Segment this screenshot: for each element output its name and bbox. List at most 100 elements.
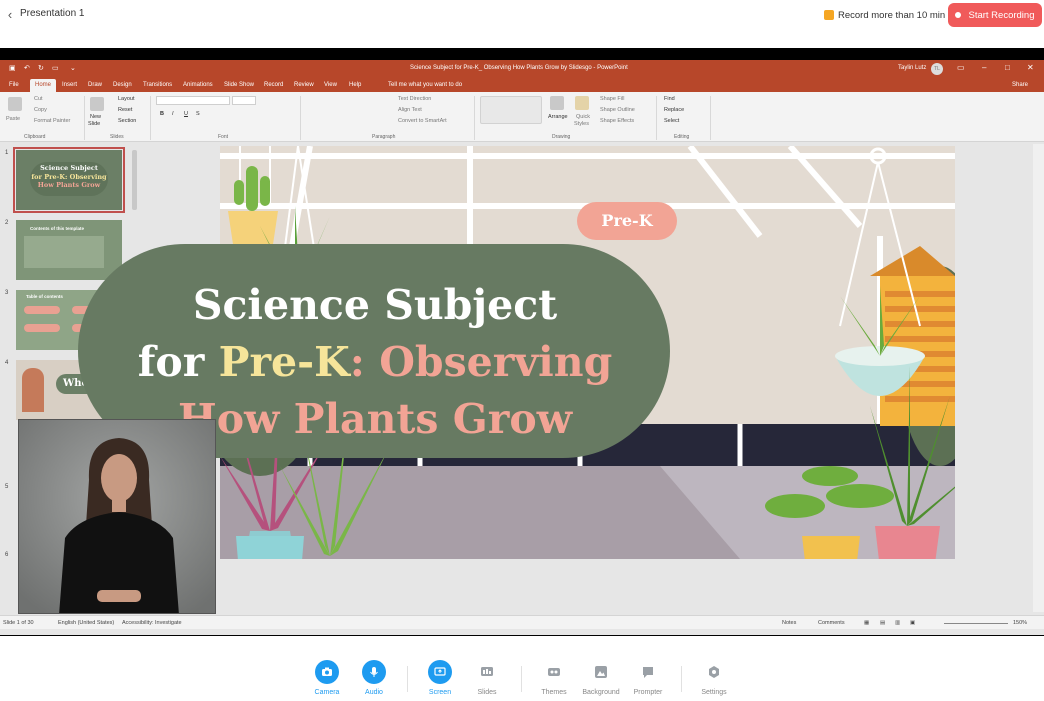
group-clipboard-label: Clipboard bbox=[24, 134, 46, 140]
quick-styles-icon[interactable] bbox=[575, 96, 589, 110]
prompter-button[interactable]: Prompter bbox=[620, 660, 676, 700]
new-slide-icon[interactable] bbox=[90, 97, 104, 111]
quick-styles-button-line2[interactable]: Styles bbox=[574, 121, 589, 127]
minimize-icon[interactable]: – bbox=[982, 63, 986, 72]
group-paragraph-label: Paragraph bbox=[372, 134, 396, 140]
convert-to-smartart-button[interactable]: Convert to SmartArt bbox=[398, 118, 447, 124]
normal-view-icon[interactable]: ▦ bbox=[864, 620, 869, 626]
accessibility-indicator[interactable]: Accessibility: Investigate bbox=[122, 620, 182, 626]
audio-button[interactable]: Audio bbox=[346, 660, 402, 700]
find-button[interactable]: Find bbox=[664, 96, 675, 102]
tab-transitions[interactable]: Transitions bbox=[143, 82, 172, 88]
shape-effects-button[interactable]: Shape Effects bbox=[600, 118, 634, 124]
ppt-menu-bar: File Home Insert Draw Design Transitions… bbox=[0, 78, 1044, 92]
font-size-box[interactable] bbox=[232, 96, 256, 105]
ribbon-divider bbox=[300, 96, 301, 140]
tab-animations[interactable]: Animations bbox=[183, 82, 213, 88]
tab-design[interactable]: Design bbox=[113, 82, 132, 88]
slide-thumbnail-2[interactable]: Contents of this template bbox=[16, 220, 122, 280]
arrange-icon[interactable] bbox=[550, 96, 564, 110]
editor-vertical-scrollbar[interactable] bbox=[1033, 144, 1044, 612]
paste-button[interactable]: Paste bbox=[6, 116, 20, 122]
ribbon-divider bbox=[150, 96, 151, 140]
shape-outline-button[interactable]: Shape Outline bbox=[600, 107, 635, 113]
group-editing-label: Editing bbox=[674, 134, 690, 140]
new-slide-button[interactable]: New bbox=[90, 114, 101, 120]
font-name-box[interactable] bbox=[156, 96, 230, 105]
tab-record[interactable]: Record bbox=[264, 82, 283, 88]
notes-button[interactable]: Notes bbox=[782, 620, 796, 626]
reading-view-icon[interactable]: ▥ bbox=[895, 620, 900, 626]
tab-draw[interactable]: Draw bbox=[88, 82, 102, 88]
tab-help[interactable]: Help bbox=[349, 82, 361, 88]
italic-button[interactable]: I bbox=[172, 111, 174, 117]
close-icon[interactable]: ✕ bbox=[1027, 63, 1034, 72]
slideshow-from-start-icon[interactable]: ▭ bbox=[52, 64, 59, 72]
slides-button[interactable]: Slides bbox=[459, 660, 515, 700]
maximize-icon[interactable]: □ bbox=[1005, 63, 1010, 72]
presentation-title[interactable]: Presentation 1 bbox=[20, 8, 85, 19]
bold-button[interactable]: B bbox=[160, 111, 164, 117]
presenter-video bbox=[19, 420, 215, 613]
tab-home[interactable]: Home bbox=[30, 79, 57, 92]
settings-button[interactable]: Settings bbox=[686, 660, 742, 700]
shadow-button[interactable]: S bbox=[196, 111, 200, 117]
group-slides-label: Slides bbox=[110, 134, 124, 140]
tab-insert[interactable]: Insert bbox=[62, 82, 77, 88]
redo-icon[interactable]: ↻ bbox=[38, 64, 44, 72]
slide-title-line-2: for Pre-K: Observing bbox=[80, 334, 670, 391]
tab-review[interactable]: Review bbox=[294, 82, 314, 88]
tab-slide-show[interactable]: Slide Show bbox=[224, 82, 254, 88]
language-indicator[interactable]: English (United States) bbox=[58, 620, 114, 626]
ribbon-divider bbox=[656, 96, 657, 140]
paste-icon[interactable] bbox=[8, 97, 22, 111]
tab-file[interactable]: File bbox=[9, 82, 19, 88]
layout-button[interactable]: Layout bbox=[118, 96, 135, 102]
toolbar-divider bbox=[521, 666, 522, 692]
ppt-user-name[interactable]: Taylin Lutz bbox=[898, 65, 926, 71]
cut-button[interactable]: Cut bbox=[34, 96, 43, 102]
align-text-button[interactable]: Align Text bbox=[398, 107, 422, 113]
slide-sorter-icon[interactable]: ▤ bbox=[880, 620, 885, 626]
select-button[interactable]: Select bbox=[664, 118, 679, 124]
quick-styles-button[interactable]: Quick bbox=[576, 114, 590, 120]
format-painter-button[interactable]: Format Painter bbox=[34, 118, 70, 124]
ppt-status-bar: Slide 1 of 30 English (United States) Ac… bbox=[0, 615, 1044, 629]
shape-fill-button[interactable]: Shape Fill bbox=[600, 96, 624, 102]
new-slide-button-line2[interactable]: Slide bbox=[88, 121, 100, 127]
thumbnail-scrollbar[interactable] bbox=[132, 150, 137, 210]
thumb-number: 3 bbox=[5, 290, 9, 296]
text-direction-button[interactable]: Text Direction bbox=[398, 96, 431, 102]
back-chevron-icon[interactable]: ‹ bbox=[4, 8, 16, 22]
customize-toolbar-icon[interactable]: ⌄ bbox=[70, 64, 76, 72]
group-drawing-label: Drawing bbox=[552, 134, 571, 140]
comments-button[interactable]: Comments bbox=[818, 620, 845, 626]
copy-button[interactable]: Copy bbox=[34, 107, 47, 113]
start-recording-button[interactable]: Start Recording bbox=[948, 3, 1042, 27]
lightbulb-icon bbox=[824, 10, 834, 20]
slide-counter: Slide 1 of 30 bbox=[3, 620, 34, 626]
ppt-user-avatar[interactable]: TL bbox=[931, 63, 943, 75]
record-hint: Record more than 10 min bbox=[824, 8, 945, 22]
zoom-slider[interactable] bbox=[944, 623, 1008, 624]
section-button[interactable]: Section bbox=[118, 118, 136, 124]
webcam-preview[interactable] bbox=[18, 419, 216, 614]
underline-button[interactable]: U bbox=[184, 111, 188, 117]
themes-icon bbox=[542, 660, 566, 684]
slideshow-view-icon[interactable]: ▣ bbox=[910, 620, 915, 626]
tell-me-search[interactable]: Tell me what you want to do bbox=[388, 82, 462, 88]
prek-badge[interactable]: Pre-K bbox=[577, 202, 677, 240]
tab-view[interactable]: View bbox=[324, 82, 337, 88]
slide-thumbnail-1[interactable]: Science Subject for Pre-K: Observing How… bbox=[13, 147, 125, 213]
undo-icon[interactable]: ↶ bbox=[24, 64, 30, 72]
save-icon[interactable]: ▣ bbox=[9, 64, 16, 72]
replace-button[interactable]: Replace bbox=[664, 107, 684, 113]
share-button[interactable]: Share bbox=[1012, 82, 1028, 88]
ribbon-display-options-icon[interactable]: ▭ bbox=[957, 63, 965, 72]
arrange-button[interactable]: Arrange bbox=[548, 114, 568, 120]
ribbon-divider bbox=[474, 96, 475, 140]
shapes-gallery[interactable] bbox=[480, 96, 542, 124]
zoom-level[interactable]: 150% bbox=[1013, 620, 1027, 626]
slide-title-for: for bbox=[137, 338, 219, 386]
reset-button[interactable]: Reset bbox=[118, 107, 132, 113]
